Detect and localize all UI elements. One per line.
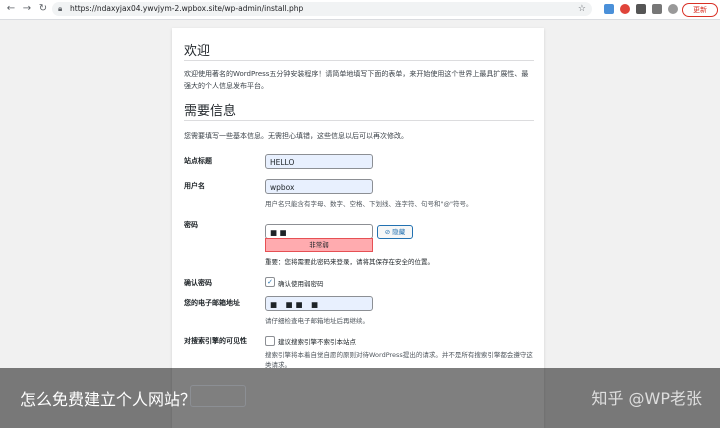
hide-password-button[interactable]: ⊘ 隐藏 xyxy=(377,225,413,239)
confirm-password-label: 确认密码 xyxy=(184,279,212,287)
search-visibility-hint: 搜索引擎将本着自觉自愿的原则对待WordPress提出的请求。并不是所有搜索引擎… xyxy=(265,351,533,369)
browser-toolbar: ← → ↻ 🔒︎ https://ndaxyjax04.ywvjym-2.wpb… xyxy=(0,0,720,20)
address-bar[interactable]: 🔒︎ https://ndaxyjax04.ywvjym-2.wpbox.sit… xyxy=(52,2,592,16)
profile-icon[interactable] xyxy=(668,4,678,14)
info-heading: 需要信息 xyxy=(184,104,237,119)
extension-icon[interactable] xyxy=(620,4,630,14)
extension-icon[interactable] xyxy=(604,4,614,14)
hide-label: 隐藏 xyxy=(392,228,406,236)
site-title-label: 站点标题 xyxy=(184,157,212,165)
eye-slash-icon: ⊘ xyxy=(384,228,391,236)
password-strength-meter: 非常弱 xyxy=(265,238,373,252)
username-label: 用户名 xyxy=(184,182,205,190)
password-label: 密码 xyxy=(184,221,198,229)
password-important-note: 重要：您将需要此密码来登录，请将其保存在安全的位置。 xyxy=(265,258,434,266)
extension-icon[interactable] xyxy=(636,4,646,14)
welcome-heading: 欢迎 xyxy=(184,44,211,59)
username-input[interactable]: wpbox xyxy=(265,179,373,194)
banner-title: 怎么免费建立个人网站？ xyxy=(20,390,197,409)
divider xyxy=(184,60,534,61)
puzzle-icon[interactable] xyxy=(652,4,662,14)
install-submit-button[interactable] xyxy=(190,385,246,407)
update-button[interactable]: 更新 xyxy=(682,3,718,17)
welcome-text: 欢迎使用著名的WordPress五分钟安装程序！请简单地填写下面的表单，来开始使… xyxy=(184,70,529,90)
email-label: 您的电子邮箱地址 xyxy=(184,299,240,307)
title-banner: 怎么免费建立个人网站？ 知乎 @WP老张 xyxy=(0,368,720,428)
back-icon[interactable]: ← xyxy=(4,2,18,16)
forward-icon[interactable]: → xyxy=(20,2,34,16)
url-text: https://ndaxyjax04.ywvjym-2.wpbox.site/w… xyxy=(70,4,304,13)
search-visibility-label: 对搜索引擎的可见性 xyxy=(184,337,247,345)
lock-icon: 🔒︎ xyxy=(58,4,63,13)
email-hint: 请仔细检查电子邮箱地址后再继续。 xyxy=(265,317,369,325)
username-hint: 用户名只能含有字母、数字、空格、下划线、连字符、句号和"@"符号。 xyxy=(265,200,473,208)
discourage-search-checkbox[interactable] xyxy=(265,336,275,346)
discourage-search-label: 建议搜索引擎不索引本站点 xyxy=(278,338,356,346)
site-title-input[interactable]: HELLO xyxy=(265,154,373,169)
password-input[interactable]: ■ ■ xyxy=(265,224,373,239)
confirm-weak-password-label: 确认使用弱密码 xyxy=(278,280,324,288)
info-text: 您需要填写一些基本信息。无需担心填错，这些信息以后可以再次修改。 xyxy=(184,132,408,140)
confirm-weak-password-checkbox[interactable]: ✓ xyxy=(265,277,275,287)
email-input[interactable]: ■ ■■ ■ xyxy=(265,296,373,311)
divider xyxy=(184,120,534,121)
zhihu-watermark: 知乎 @WP老张 xyxy=(591,389,702,408)
reload-icon[interactable]: ↻ xyxy=(36,2,50,16)
bookmark-star-icon[interactable]: ☆ xyxy=(578,2,586,16)
